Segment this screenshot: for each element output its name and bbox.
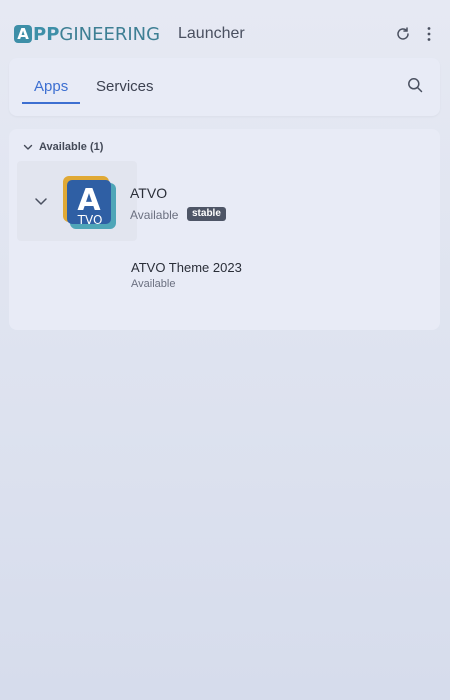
- atvo-app-icon[interactable]: A TVO: [61, 174, 117, 230]
- app-title: Launcher: [178, 25, 245, 42]
- icon-text: TVO: [77, 213, 103, 227]
- app-name[interactable]: ATVO: [130, 185, 167, 201]
- more-vertical-icon[interactable]: [419, 24, 439, 44]
- appgineering-logo: A PP GINEERING: [14, 23, 161, 45]
- tab-services[interactable]: Services: [96, 78, 154, 95]
- app-list-panel: Available (1) A TVO ATVO Available stabl…: [9, 129, 440, 330]
- logo-letter-a: A: [14, 25, 32, 43]
- sub-item-status: Available: [131, 278, 176, 290]
- search-icon[interactable]: [407, 77, 427, 97]
- group-label: Available (1): [39, 141, 104, 153]
- refresh-icon[interactable]: [393, 24, 413, 44]
- sub-item-name[interactable]: ATVO Theme 2023: [131, 260, 242, 275]
- logo-pp: PP: [33, 23, 60, 45]
- group-header-available[interactable]: Available (1): [23, 141, 103, 153]
- logo-gineering: GINEERING: [59, 23, 161, 45]
- tab-bar: Apps Services: [9, 58, 440, 116]
- app-status: Available: [130, 208, 179, 222]
- expand-chevron-icon[interactable]: [33, 193, 51, 211]
- release-channel-badge: stable: [187, 207, 226, 221]
- active-tab-indicator: [22, 102, 80, 104]
- tab-apps[interactable]: Apps: [34, 78, 68, 95]
- chevron-down-icon: [23, 144, 33, 150]
